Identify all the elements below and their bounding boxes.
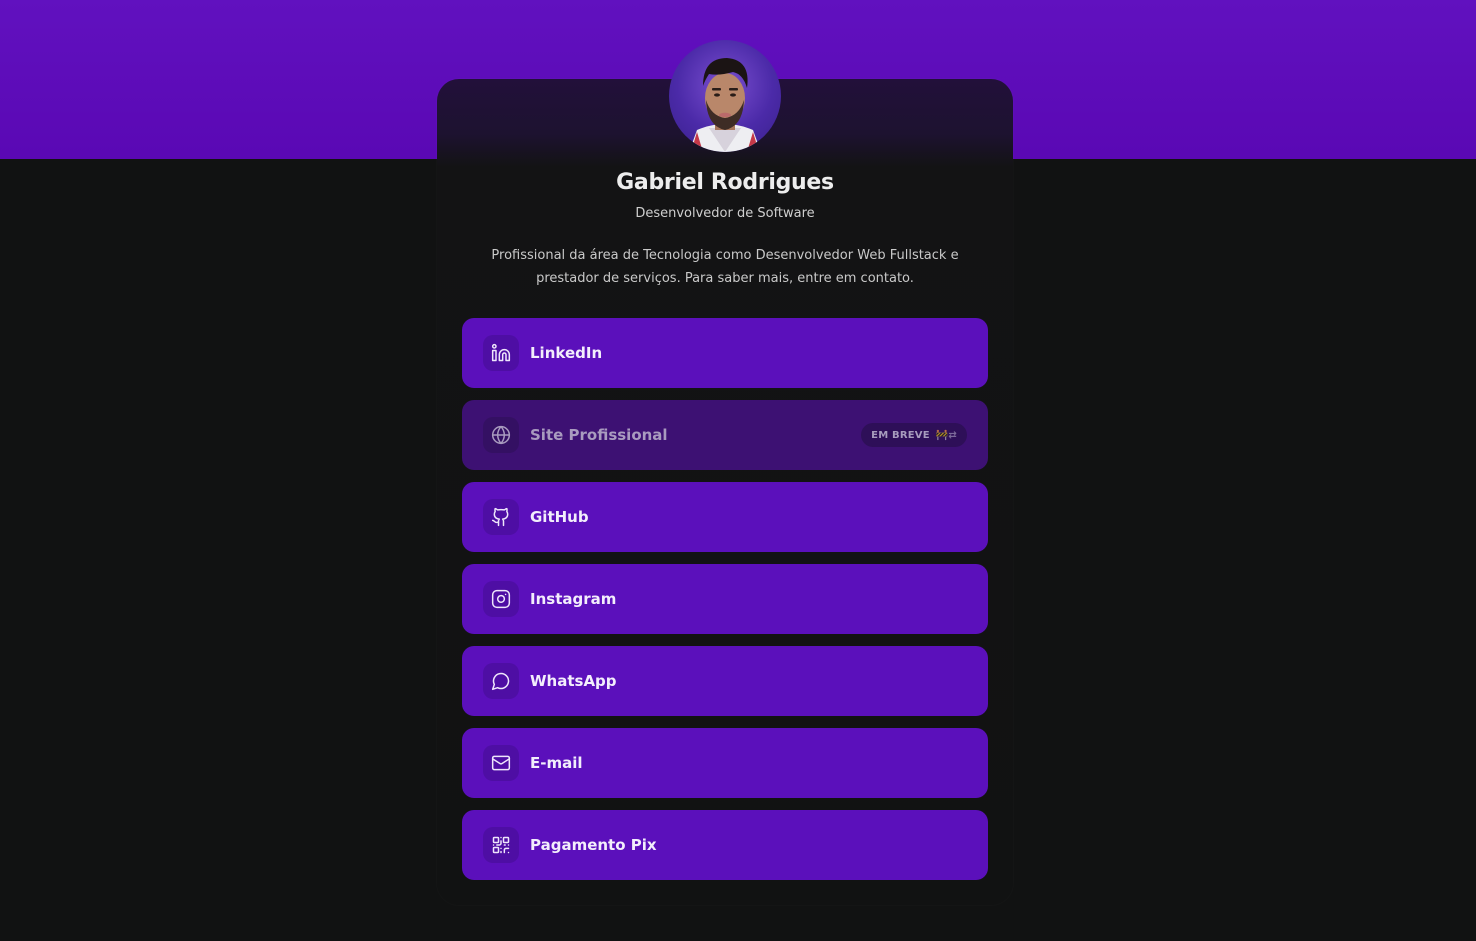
pix-payment-link-button[interactable]: Pagamento Pix xyxy=(462,810,988,880)
whatsapp-icon xyxy=(483,663,519,699)
linkedin-link-button[interactable]: LinkedIn xyxy=(462,318,988,388)
mail-icon xyxy=(483,745,519,781)
profile-bio: Profissional da área de Tecnologia como … xyxy=(491,248,959,286)
link-label: LinkedIn xyxy=(530,344,603,362)
github-icon xyxy=(483,499,519,535)
linkedin-icon xyxy=(483,335,519,371)
badge-text: EM BREVE xyxy=(871,429,930,441)
construction-icon: 🚧⇄ xyxy=(935,429,957,441)
profile-name: Gabriel Rodrigues xyxy=(616,170,834,195)
links-list: LinkedIn Site Profissional EM BREVE 🚧⇄ G… xyxy=(462,318,988,892)
site-profissional-link-button: Site Profissional EM BREVE 🚧⇄ xyxy=(462,400,988,470)
globe-icon xyxy=(483,417,519,453)
link-label: Site Profissional xyxy=(530,426,668,444)
profile-role: Desenvolvedor de Software xyxy=(635,206,815,221)
link-label: Instagram xyxy=(530,590,617,608)
link-label: Pagamento Pix xyxy=(530,836,657,854)
qr-code-icon xyxy=(483,827,519,863)
email-link-button[interactable]: E-mail xyxy=(462,728,988,798)
link-label: GitHub xyxy=(530,508,589,526)
github-link-button[interactable]: GitHub xyxy=(462,482,988,552)
coming-soon-badge: EM BREVE 🚧⇄ xyxy=(861,423,967,447)
avatar xyxy=(669,40,781,152)
link-label: WhatsApp xyxy=(530,672,617,690)
instagram-icon xyxy=(483,581,519,617)
whatsapp-link-button[interactable]: WhatsApp xyxy=(462,646,988,716)
instagram-link-button[interactable]: Instagram xyxy=(462,564,988,634)
link-label: E-mail xyxy=(530,754,583,772)
